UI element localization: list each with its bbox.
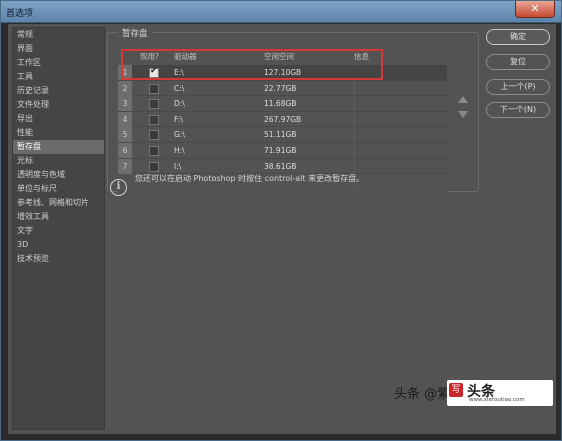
table-row[interactable]: 6 H:\ 71.91GB: [118, 142, 447, 159]
table-row[interactable]: 5 G:\ 51.11GB: [118, 127, 447, 143]
sidebar-item[interactable]: 界面: [13, 42, 104, 56]
sidebar-item[interactable]: 文件处理: [13, 98, 104, 112]
sidebar-item[interactable]: 导出: [13, 112, 104, 126]
table-row[interactable]: 2 C:\ 22.77GB: [118, 80, 447, 97]
move-down-arrow-icon[interactable]: [458, 111, 468, 118]
preferences-window: 首选项 ✕ 常规 界面 工作区 工具 历史记录 文件处理 导出 性能 暂存盘 光标 透明度与色域 单位…: [0, 0, 562, 441]
row-number: 7: [118, 158, 132, 174]
table-row[interactable]: 7 I:\ 38.61GB: [118, 158, 447, 175]
free-space-cell: 11.68GB: [264, 99, 297, 109]
info-icon: i: [110, 179, 127, 196]
row-number: 4: [118, 111, 132, 127]
table-rows: 1E:\127.10GB2C:\22.77GB3D:\11.68GB4F:\26…: [118, 65, 447, 175]
active-checkbox[interactable]: [149, 161, 159, 172]
title-bar[interactable]: 首选项 ✕: [1, 1, 561, 23]
active-checkbox[interactable]: [149, 99, 159, 110]
active-checkbox[interactable]: [149, 130, 159, 141]
free-space-cell: 38.61GB: [264, 161, 297, 171]
watermark-url: www.xietoutiao.com: [469, 397, 525, 403]
row-number: 3: [118, 96, 132, 112]
sidebar-item[interactable]: 光标: [13, 154, 104, 168]
sidebar-item[interactable]: 暂存盘: [13, 140, 104, 154]
free-space-cell: 22.77GB: [264, 83, 297, 93]
row-number: 5: [118, 127, 132, 143]
window-title: 首选项: [6, 9, 34, 19]
free-space-cell: 51.11GB: [264, 130, 297, 140]
highlight-box: [121, 49, 383, 80]
sidebar-item[interactable]: 透明度与色域: [13, 168, 104, 182]
sidebar-item[interactable]: 增效工具: [13, 210, 104, 224]
category-sidebar: 常规 界面 工作区 工具 历史记录 文件处理 导出 性能 暂存盘 光标 透明度与色域 单位与标尺 参考线…: [12, 27, 105, 430]
watermark-logo: 写 头条 www.xietoutiao.com: [447, 380, 553, 406]
ok-button[interactable]: 确定: [486, 29, 550, 45]
sidebar-item[interactable]: 文字: [13, 224, 104, 238]
group-label: 暂存盘: [118, 27, 152, 39]
sidebar-item[interactable]: 工作区: [13, 56, 104, 70]
sidebar-item[interactable]: 参考线、网格和切片: [13, 196, 104, 210]
watermark-text: 头条 @紫: [394, 387, 451, 402]
sidebar-item[interactable]: 3D: [13, 238, 104, 252]
reset-button[interactable]: 复位: [486, 54, 550, 70]
drive-cell: G:\: [174, 130, 185, 140]
sidebar-item[interactable]: 技术预览: [13, 252, 104, 266]
active-checkbox[interactable]: [149, 83, 159, 94]
drive-cell: I:\: [174, 161, 182, 171]
move-up-arrow-icon[interactable]: [458, 96, 468, 103]
free-space-cell: 71.91GB: [264, 145, 297, 155]
table-row[interactable]: 3 D:\ 11.68GB: [118, 96, 447, 112]
active-checkbox[interactable]: [149, 114, 159, 125]
dialog-client: 常规 界面 工作区 工具 历史记录 文件处理 导出 性能 暂存盘 光标 透明度与色域 单位与标尺 参考线…: [8, 24, 556, 434]
prev-button[interactable]: 上一个(P): [486, 79, 550, 95]
info-text: 您还可以在启动 Photoshop 时按住 control-alt 来更改暂存盘…: [135, 174, 365, 183]
sidebar-item[interactable]: 历史记录: [13, 84, 104, 98]
active-checkbox[interactable]: [149, 145, 159, 156]
sidebar-item[interactable]: 性能: [13, 126, 104, 140]
row-number: 2: [118, 80, 132, 96]
drive-cell: C:\: [174, 83, 185, 93]
watermark-logo-char: 写: [449, 383, 463, 397]
sidebar-item[interactable]: 单位与标尺: [13, 182, 104, 196]
row-number: 6: [118, 142, 132, 158]
sidebar-item[interactable]: 常规: [13, 28, 104, 42]
drive-cell: F:\: [174, 114, 183, 124]
free-space-cell: 267.97GB: [264, 114, 302, 124]
close-button[interactable]: ✕: [515, 1, 555, 18]
sidebar-item[interactable]: 工具: [13, 70, 104, 84]
drive-cell: H:\: [174, 145, 185, 155]
next-button[interactable]: 下一个(N): [486, 102, 550, 118]
drive-cell: D:\: [174, 99, 185, 109]
table-row[interactable]: 4 F:\ 267.97GB: [118, 111, 447, 128]
